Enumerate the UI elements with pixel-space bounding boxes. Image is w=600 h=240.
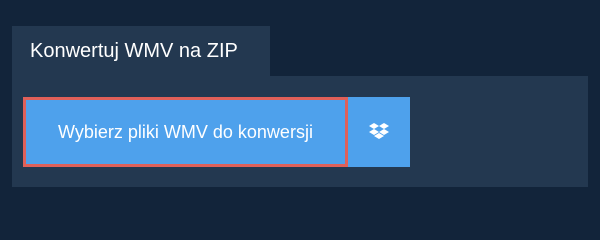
choose-files-button[interactable]: Wybierz pliki WMV do konwersji (23, 97, 348, 167)
dropbox-button[interactable] (348, 97, 410, 167)
choose-files-button-label: Wybierz pliki WMV do konwersji (58, 121, 313, 142)
dropbox-icon (369, 123, 389, 141)
tab-convert-wmv-zip[interactable]: Konwertuj WMV na ZIP (12, 26, 270, 76)
tab-title: Konwertuj WMV na ZIP (30, 39, 238, 62)
